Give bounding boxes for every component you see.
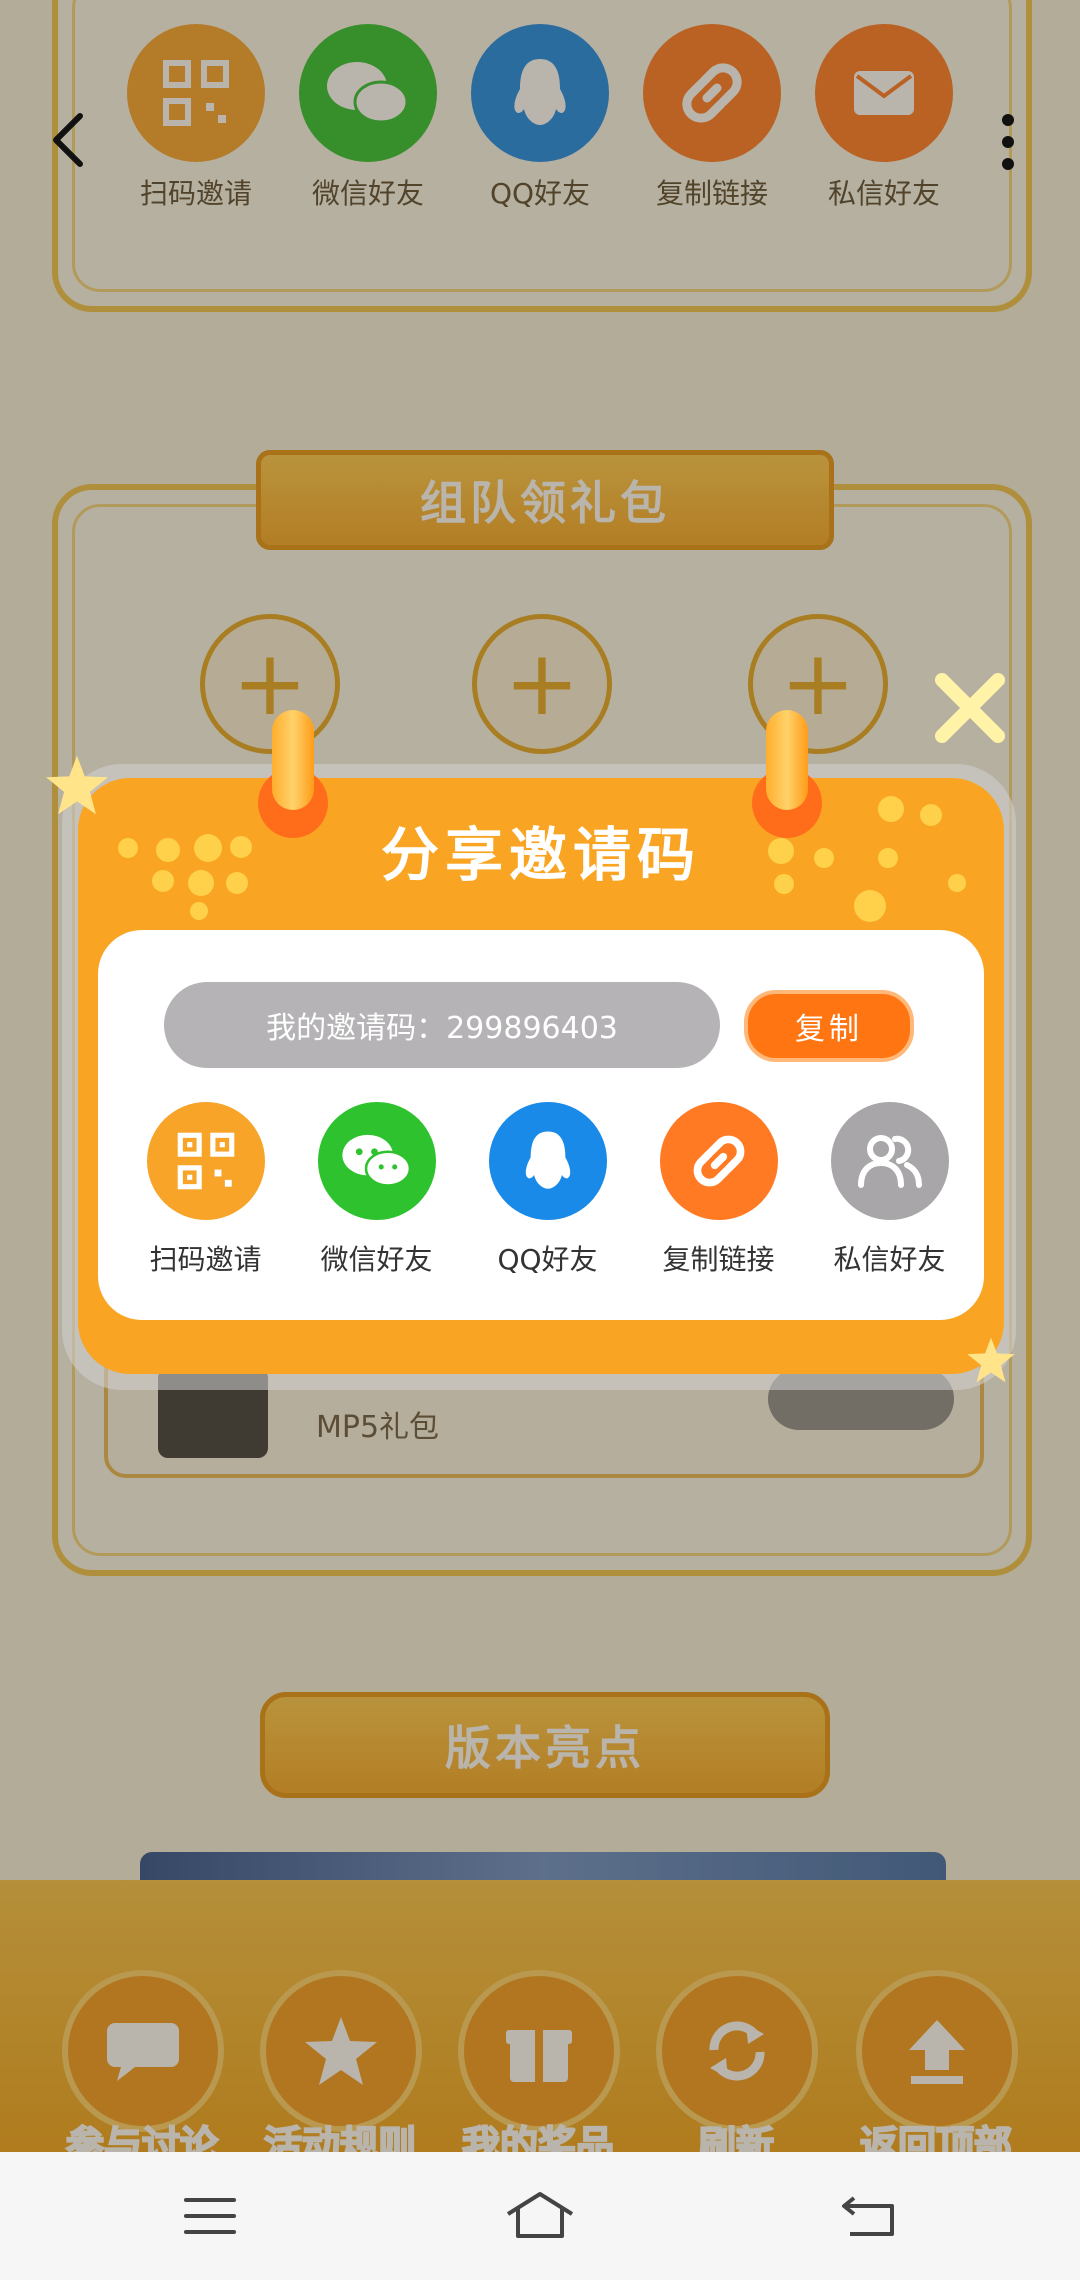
share-wechat[interactable]: 微信好友 — [291, 1102, 462, 1278]
modal-share-row: 扫码邀请 微信好友 QQ好友 复制链接 私信好友 — [120, 1102, 975, 1278]
share-wechat-label: 微信好友 — [320, 1243, 433, 1276]
back-icon[interactable] — [840, 2194, 896, 2238]
qr-icon — [146, 1102, 265, 1220]
share-copy-link-label: 复制链接 — [662, 1243, 775, 1276]
sparkle-star-icon — [46, 755, 108, 815]
link-icon — [659, 1102, 778, 1220]
share-scan-label: 扫码邀请 — [149, 1243, 262, 1276]
modal-title: 分享邀请码 — [380, 821, 701, 889]
share-invite-modal: 分享邀请码 我的邀请码：299896403 复制 扫码邀请 微信好友 QQ好友 … — [78, 778, 1004, 1374]
more-vertical-icon[interactable] — [996, 112, 1020, 172]
share-qq[interactable]: QQ好友 — [462, 1102, 633, 1278]
invite-code-display: 我的邀请码：299896403 — [164, 982, 720, 1068]
menu-icon[interactable] — [184, 2196, 236, 2236]
friends-icon — [830, 1102, 949, 1220]
system-navigation-bar — [0, 2152, 1080, 2280]
close-icon[interactable] — [930, 668, 1010, 748]
share-private-message-label: 私信好友 — [833, 1243, 946, 1276]
back-arrow-icon[interactable] — [40, 110, 100, 170]
qq-icon — [488, 1102, 607, 1220]
binder-clip-left — [272, 710, 314, 810]
wechat-icon — [317, 1102, 436, 1220]
share-qq-label: QQ好友 — [497, 1243, 598, 1276]
binder-clip-right — [766, 710, 808, 810]
copy-code-button[interactable]: 复制 — [744, 990, 914, 1062]
share-private-message[interactable]: 私信好友 — [804, 1102, 975, 1278]
home-icon[interactable] — [504, 2190, 576, 2240]
sparkle-star-icon — [967, 1337, 1015, 1383]
share-copy-link[interactable]: 复制链接 — [633, 1102, 804, 1278]
modal-card: 我的邀请码：299896403 复制 扫码邀请 微信好友 QQ好友 复制链接 私… — [98, 930, 984, 1320]
share-scan[interactable]: 扫码邀请 — [120, 1102, 291, 1278]
